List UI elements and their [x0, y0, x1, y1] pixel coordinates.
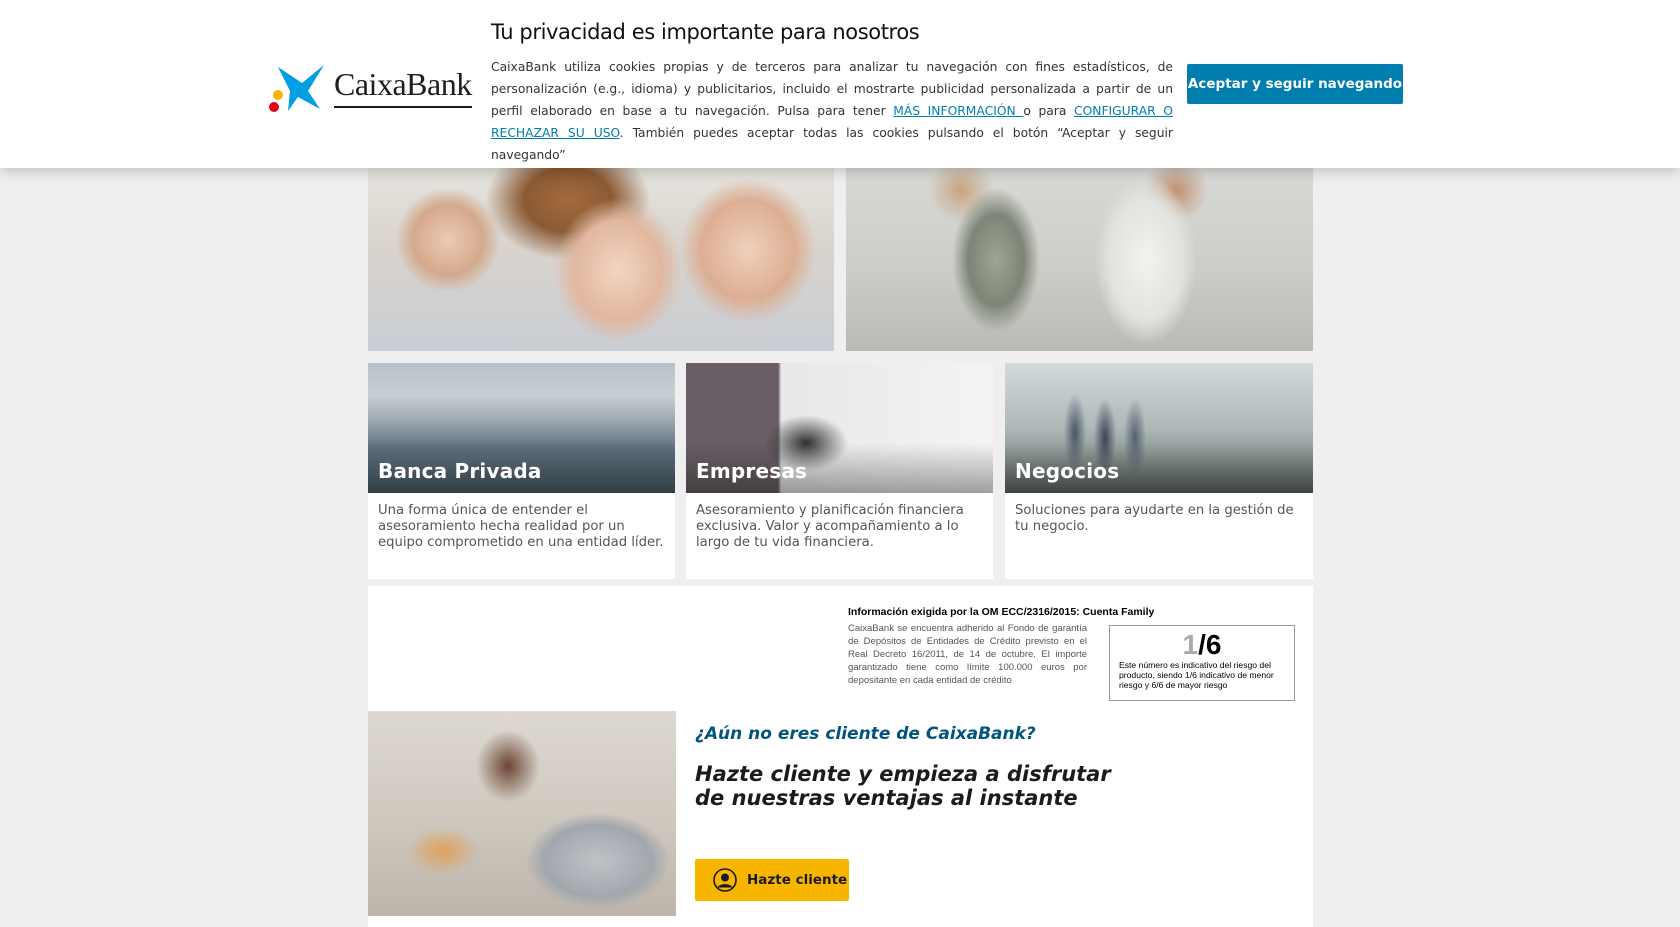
risk-indicator-box: 1/6 Este número es indicativo del riesgo…: [1109, 625, 1295, 701]
accept-cookies-button[interactable]: Aceptar y seguir navegando: [1187, 64, 1403, 104]
office-image: Empresas: [686, 363, 993, 493]
om-info-text: CaixaBank se encuentra adherido al Fondo…: [848, 623, 1087, 686]
logo-text: CaixaBank: [334, 66, 472, 108]
om-info-block: Información exigida por la OM ECC/2316/2…: [848, 606, 1296, 706]
card-title: Empresas: [696, 459, 808, 483]
family-hero-image[interactable]: [368, 150, 834, 351]
card-negocios[interactable]: Negocios Soluciones para ayudarte en la …: [1005, 363, 1313, 579]
cookie-text-part2: o para: [1023, 104, 1074, 118]
cookie-banner: CaixaBank Tu privacidad es importante pa…: [0, 0, 1680, 168]
promo-panel: Información exigida por la OM ECC/2316/2…: [368, 586, 1313, 927]
promo-title: Hazte cliente y empieza a disfrutar de n…: [695, 762, 1111, 810]
meeting-image: Negocios: [1005, 363, 1313, 493]
card-banca-privada[interactable]: Banca Privada Una forma única de entende…: [368, 363, 675, 579]
risk-description: Este número es indicativo del riesgo del…: [1119, 660, 1274, 690]
lake-image: Banca Privada: [368, 363, 675, 493]
user-icon: [713, 868, 737, 892]
card-title: Banca Privada: [378, 459, 542, 483]
hazte-cliente-label: Hazte cliente: [747, 872, 848, 888]
card-description: Una forma única de entender el asesorami…: [378, 503, 664, 550]
card-description: Asesoramiento y planificación financiera…: [696, 503, 964, 550]
risk-number: 1/6: [1119, 630, 1285, 660]
card-description: Soluciones para ayudarte en la gestión d…: [1015, 503, 1294, 534]
card-empresas[interactable]: Empresas Asesoramiento y planificación f…: [686, 363, 993, 579]
cookie-text: CaixaBank utiliza cookies propias y de t…: [491, 56, 1173, 166]
star-logo-icon: [269, 65, 324, 112]
card-title: Negocios: [1015, 459, 1120, 483]
om-info-title: Información exigida por la OM ECC/2316/2…: [848, 606, 1155, 618]
cookie-title: Tu privacidad es importante para nosotro…: [491, 20, 920, 44]
kitchen-laptop-image: [368, 711, 676, 916]
hazte-cliente-button[interactable]: Hazte cliente: [695, 859, 849, 901]
main-content: Banca Privada Una forma única de entende…: [368, 150, 1313, 927]
women-hero-image[interactable]: [846, 150, 1313, 351]
promo-subtitle: ¿Aún no eres cliente de CaixaBank?: [695, 724, 1036, 744]
more-info-link[interactable]: MÁS INFORMACIÓN: [893, 104, 1023, 118]
risk-value: 1: [1182, 629, 1199, 660]
risk-total: /6: [1198, 629, 1222, 660]
caixabank-logo[interactable]: CaixaBank: [264, 58, 478, 116]
